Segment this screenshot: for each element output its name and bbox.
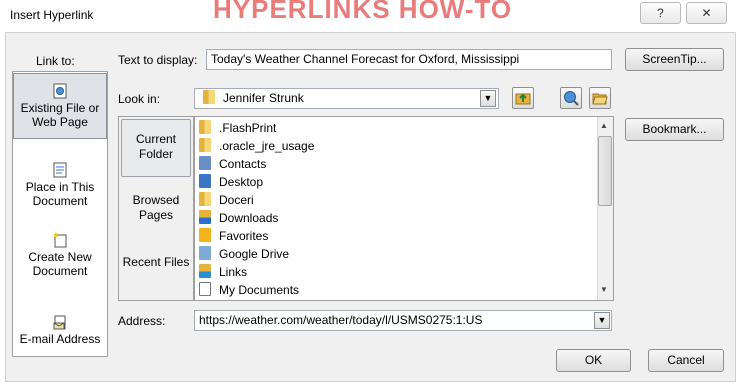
document-icon — [199, 282, 211, 296]
folder-icon — [199, 120, 211, 134]
recent-files-button[interactable]: Recent Files — [121, 255, 191, 295]
web-page-icon — [53, 83, 67, 99]
up-folder-icon — [515, 93, 531, 105]
browse-web-button[interactable] — [560, 87, 582, 109]
file-item[interactable]: .oracle_jre_usage — [199, 137, 314, 155]
link-to-place-in-document[interactable]: Place in This Document — [13, 162, 107, 212]
browse-file-button[interactable] — [589, 87, 611, 109]
address-input[interactable]: https://weather.com/weather/today/l/USMS… — [194, 310, 612, 331]
link-to-email-label: E-mail Address — [19, 332, 101, 346]
file-item[interactable]: Doceri — [199, 191, 254, 209]
address-label: Address: — [118, 314, 166, 328]
link-to-create-new-document[interactable]: Create New Document — [13, 232, 107, 282]
link-to-existing-file-label: Existing File or Web Page — [20, 101, 100, 129]
globe-search-icon — [564, 91, 579, 106]
background-banner-text: HYPERLINKS HOW-TO — [213, 0, 513, 24]
folder-icon — [199, 138, 211, 152]
scroll-down-arrow[interactable]: ▼ — [600, 285, 608, 294]
dialog-title: Insert Hyperlink — [10, 8, 94, 22]
file-item[interactable]: Google Drive — [199, 245, 289, 263]
file-item[interactable]: Downloads — [199, 209, 278, 227]
file-list: .FlashPrint .oracle_jre_usage Contacts D… — [194, 116, 614, 301]
email-icon — [53, 315, 66, 330]
desktop-icon — [199, 174, 211, 188]
current-folder-button[interactable]: Current Folder — [121, 119, 191, 177]
file-item[interactable]: Contacts — [199, 155, 266, 173]
downloads-icon — [199, 210, 211, 224]
file-item[interactable]: Favorites — [199, 227, 268, 245]
open-folder-icon — [592, 93, 608, 105]
text-to-display-label: Text to display: — [118, 53, 198, 67]
up-folder-button[interactable] — [512, 87, 534, 109]
new-document-icon — [53, 232, 67, 248]
title-bar: Insert Hyperlink HYPERLINKS HOW-TO ? ✕ — [0, 0, 741, 32]
folder-icon — [203, 90, 215, 104]
current-folder-label: Current Folder — [135, 132, 176, 161]
address-dropdown-arrow[interactable]: ▼ — [594, 312, 610, 329]
browse-panel: Current Folder Browsed Pages Recent File… — [118, 116, 194, 301]
folder-icon — [199, 192, 211, 206]
browsed-pages-label: Browsed Pages — [132, 193, 180, 222]
google-drive-icon — [199, 246, 211, 260]
links-icon — [199, 264, 211, 278]
link-to-create-new-label: Create New Document — [28, 250, 92, 278]
contacts-icon — [199, 156, 211, 170]
text-to-display-input[interactable]: Today's Weather Channel Forecast for Oxf… — [206, 49, 612, 70]
link-to-label: Link to: — [36, 54, 75, 68]
close-button[interactable]: ✕ — [686, 2, 727, 24]
link-to-place-label: Place in This Document — [25, 180, 95, 208]
file-item[interactable]: My Documents — [199, 281, 299, 299]
help-button[interactable]: ? — [640, 2, 681, 24]
browsed-pages-button[interactable]: Browsed Pages — [121, 193, 191, 233]
bookmark-button[interactable]: Bookmark... — [625, 118, 724, 141]
link-to-panel: Existing File or Web Page Place in This … — [12, 71, 108, 357]
screentip-button[interactable]: ScreenTip... — [625, 48, 724, 71]
look-in-value: Jennifer Strunk — [223, 91, 304, 105]
look-in-select[interactable]: Jennifer Strunk — [194, 88, 499, 109]
look-in-label: Look in: — [118, 92, 161, 106]
ok-button[interactable]: OK — [556, 349, 631, 372]
file-item[interactable]: Links — [199, 263, 247, 281]
file-item[interactable]: .FlashPrint — [199, 119, 276, 137]
look-in-dropdown-arrow[interactable]: ▼ — [480, 90, 496, 107]
document-place-icon — [53, 162, 67, 178]
scrollbar-thumb[interactable] — [598, 136, 612, 206]
scroll-up-arrow[interactable]: ▲ — [600, 121, 608, 130]
file-item[interactable]: Desktop — [199, 173, 263, 191]
link-to-email-address[interactable]: E-mail Address — [13, 314, 107, 354]
link-to-existing-file[interactable]: Existing File or Web Page — [13, 73, 107, 139]
favorites-icon — [199, 228, 211, 242]
cancel-button[interactable]: Cancel — [648, 349, 724, 372]
recent-files-label: Recent Files — [122, 255, 190, 269]
